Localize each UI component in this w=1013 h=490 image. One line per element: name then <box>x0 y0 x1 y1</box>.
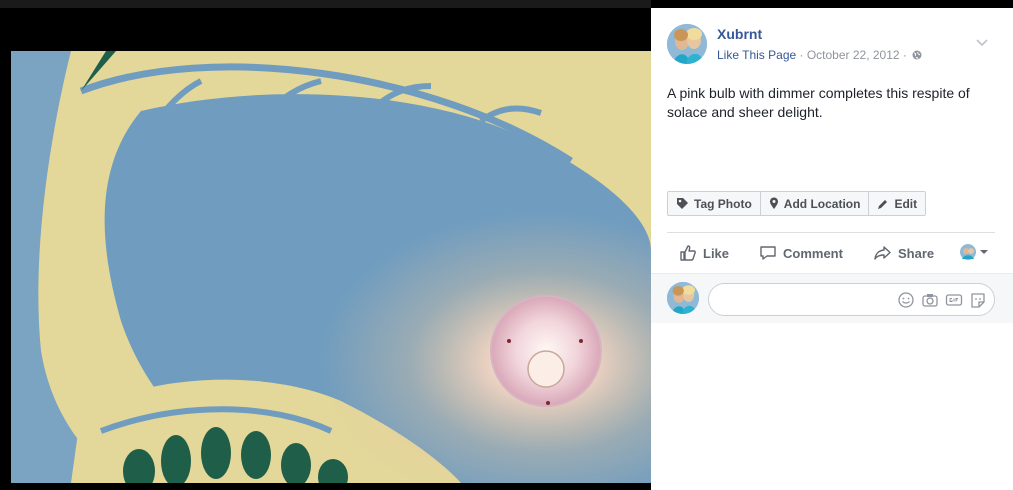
post-date[interactable]: October 22, 2012 <box>807 48 900 62</box>
post-author[interactable]: Xubrnt <box>717 26 762 42</box>
comment-tools <box>897 292 987 308</box>
photo-viewer[interactable] <box>0 8 651 490</box>
photo-action-group: Tag Photo Add Location Edit <box>667 191 927 216</box>
post-photo[interactable] <box>11 51 651 483</box>
comment-icon <box>760 246 776 260</box>
reaction-as-selector[interactable] <box>960 244 989 260</box>
share-label: Share <box>898 245 935 261</box>
mini-avatar-icon <box>960 244 976 260</box>
edit-label: Edit <box>894 196 918 211</box>
emoji-icon[interactable] <box>897 292 915 308</box>
post-header: Xubrnt Like This Page · October 22, 2012… <box>667 24 997 68</box>
thumbs-up-icon <box>680 245 696 261</box>
share-button[interactable]: Share <box>873 240 934 266</box>
like-page-link[interactable]: Like This Page <box>717 48 796 62</box>
camera-icon[interactable] <box>921 292 939 308</box>
comment-button[interactable]: Comment <box>759 240 843 266</box>
comment-composer <box>651 273 1013 323</box>
commenter-avatar-image <box>667 282 699 314</box>
tag-icon <box>677 198 688 209</box>
chevron-down-icon[interactable] <box>975 38 989 48</box>
like-button[interactable]: Like <box>679 240 729 266</box>
globe-icon[interactable] <box>912 50 922 60</box>
commenter-avatar[interactable] <box>667 282 699 314</box>
add-location-button[interactable]: Add Location <box>761 192 870 215</box>
tag-photo-button[interactable]: Tag Photo <box>668 192 761 215</box>
meta-separator-2: · <box>899 48 911 62</box>
post-meta: Like This Page · October 22, 2012 · <box>717 48 922 62</box>
like-label: Like <box>703 245 730 261</box>
post-caption: A pink bulb with dimmer completes this r… <box>667 85 970 120</box>
gif-icon[interactable] <box>945 292 963 308</box>
sticker-icon[interactable] <box>969 292 987 308</box>
post-action-bar: Like Comment Share <box>667 240 995 266</box>
author-avatar[interactable] <box>667 24 707 64</box>
tag-photo-label: Tag Photo <box>694 196 752 211</box>
ceiling-photo-illustration <box>11 51 651 483</box>
post-side-panel: Xubrnt Like This Page · October 22, 2012… <box>651 8 1013 490</box>
pencil-icon <box>878 199 888 209</box>
add-location-label: Add Location <box>783 196 861 211</box>
edit-button[interactable]: Edit <box>869 192 925 215</box>
comment-label: Comment <box>783 245 843 261</box>
location-pin-icon <box>769 197 778 209</box>
meta-separator: · <box>796 48 807 62</box>
avatar-image <box>667 24 707 64</box>
divider <box>667 232 995 233</box>
share-icon <box>874 246 891 260</box>
caret-down-icon <box>980 250 988 254</box>
viewer-top-strip <box>0 0 651 8</box>
